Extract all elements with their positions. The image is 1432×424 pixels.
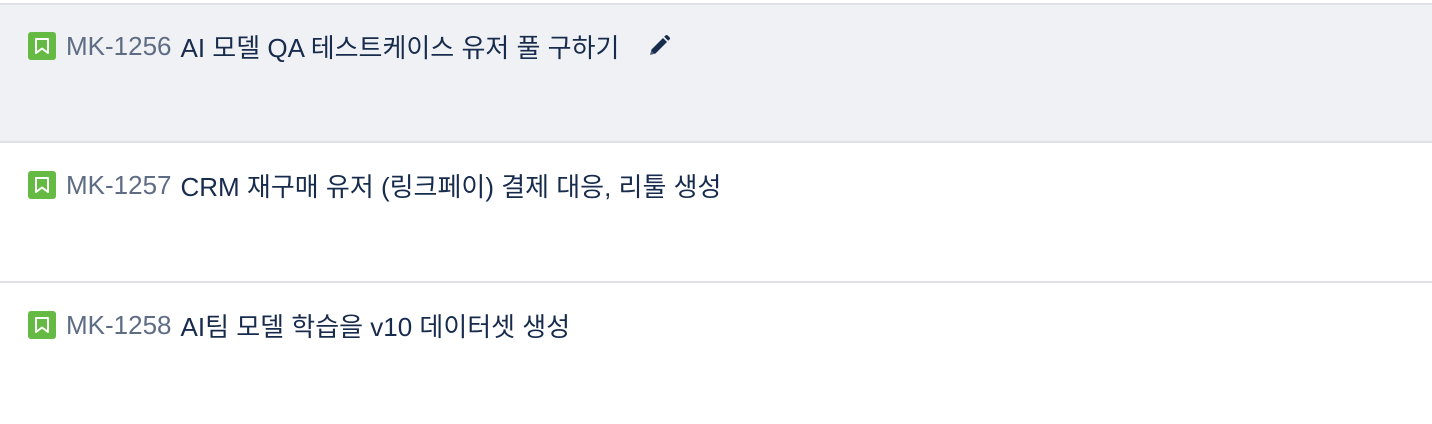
- issue-summary[interactable]: AI팀 모델 학습을 v10 데이터셋 생성: [181, 307, 571, 344]
- issue-line: MK-1257 CRM 재구매 유저 (링크페이) 결제 대응, 리툴 생성: [28, 170, 721, 202]
- issue-key[interactable]: MK-1258: [66, 310, 172, 341]
- issue-row[interactable]: MK-1258 AI팀 모델 학습을 v10 데이터셋 생성: [0, 283, 1432, 424]
- issue-summary[interactable]: CRM 재구매 유저 (링크페이) 결제 대응, 리툴 생성: [181, 167, 722, 204]
- issue-key[interactable]: MK-1256: [66, 31, 172, 62]
- issue-summary[interactable]: AI 모델 QA 테스트케이스 유저 풀 구하기: [181, 28, 620, 65]
- story-bookmark-icon: [28, 32, 56, 60]
- issue-key[interactable]: MK-1257: [66, 170, 172, 201]
- issue-line: MK-1258 AI팀 모델 학습을 v10 데이터셋 생성: [28, 310, 570, 342]
- pencil-icon[interactable]: [643, 30, 675, 62]
- story-bookmark-icon: [28, 171, 56, 199]
- issue-list: MK-1256 AI 모델 QA 테스트케이스 유저 풀 구하기 MK-1257…: [0, 0, 1432, 424]
- issue-row[interactable]: MK-1256 AI 모델 QA 테스트케이스 유저 풀 구하기: [0, 3, 1432, 143]
- issue-row[interactable]: MK-1257 CRM 재구매 유저 (링크페이) 결제 대응, 리툴 생성: [0, 143, 1432, 283]
- issue-line: MK-1256 AI 모델 QA 테스트케이스 유저 풀 구하기: [28, 30, 675, 63]
- story-bookmark-icon: [28, 311, 56, 339]
